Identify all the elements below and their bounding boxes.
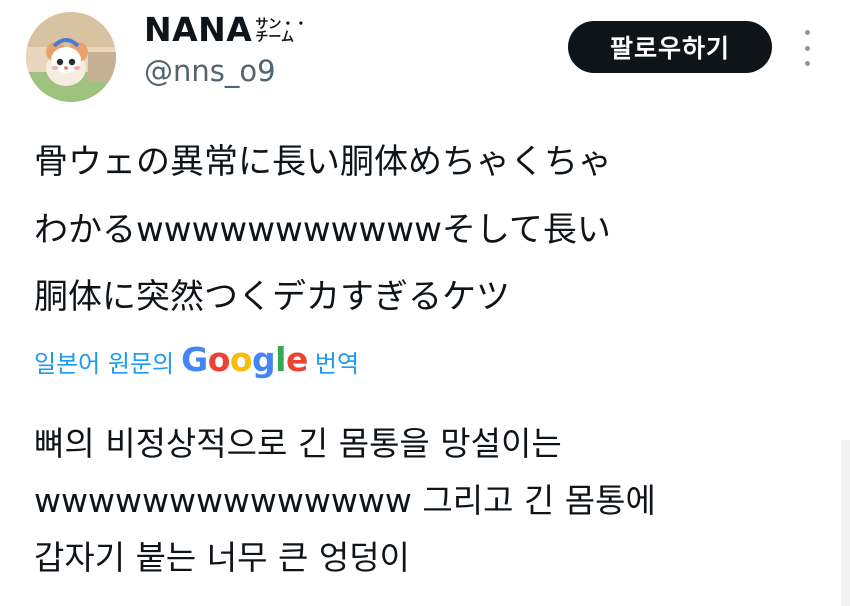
display-name-suffix-bottom: チーム [255, 29, 294, 45]
google-letter: l [275, 340, 286, 379]
more-vertical-icon[interactable] [800, 30, 814, 66]
follow-button[interactable]: 팔로우하기 [568, 21, 772, 73]
display-name-suffix: サン・・ チーム [255, 18, 307, 44]
google-letter: o [229, 340, 253, 379]
more-dot [804, 45, 810, 51]
translated-line: 갑자기 붙는 너무 큰 엉덩이 [34, 538, 410, 577]
display-name[interactable]: NANA サン・・ チーム [144, 10, 307, 49]
translation-suffix: 번역 [314, 350, 360, 378]
tweet-line: 胴体に突然つくデカすぎるケツ [34, 277, 510, 317]
translation-prefix: 일본어 원문의 [34, 350, 175, 378]
edge-divider [841, 440, 850, 606]
display-name-suffix-top: サン・・ [255, 16, 308, 32]
google-letter: e [285, 340, 308, 379]
avatar[interactable] [26, 12, 116, 102]
google-letter: G [181, 340, 208, 379]
translated-line: 뼈의 비정상적으로 긴 몸통을 망설이는 [34, 424, 562, 463]
user-handle[interactable]: @nns_o9 [144, 54, 276, 88]
tweet-line: 骨ウェの異常に長い胴体めちゃくちゃ [34, 142, 612, 182]
tweet-line: わかるwwwwwwwwwwwそして長い [34, 210, 611, 250]
google-letter: o [207, 340, 231, 379]
display-name-text: NANA [144, 10, 253, 49]
translation-attribution[interactable]: 일본어 원문의 Google 번역 [34, 340, 360, 381]
google-letter: g [252, 340, 276, 379]
more-dot [804, 30, 810, 35]
translated-line: wwwwwwwwwwwwww 그리고 긴 몸통에 [34, 481, 656, 520]
google-logo: Google [181, 340, 308, 379]
more-dot [804, 61, 810, 66]
hamster-avatar-icon [26, 12, 116, 102]
